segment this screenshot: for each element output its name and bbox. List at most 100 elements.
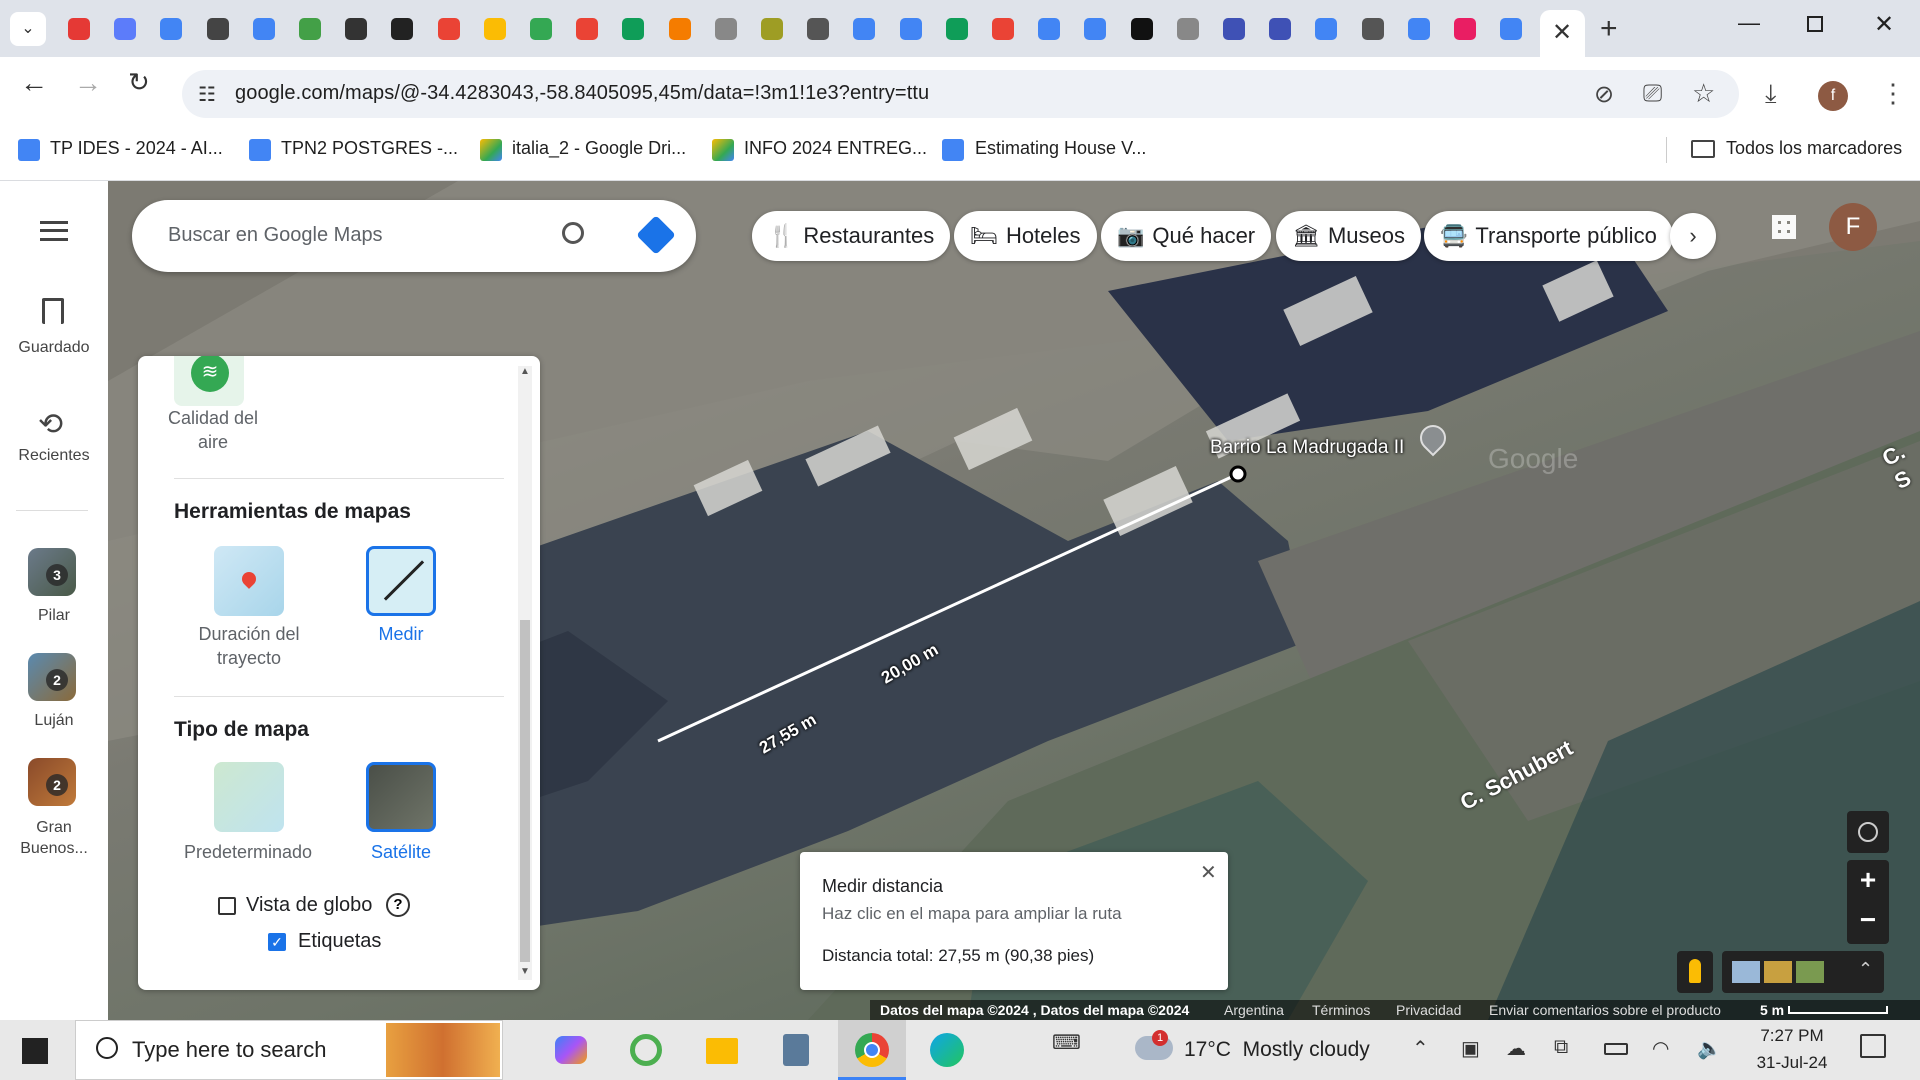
globe-view-checkbox[interactable] [218, 897, 236, 915]
active-tab[interactable]: ✕ [1540, 10, 1585, 57]
tab-favicon-icon[interactable] [1176, 18, 1199, 40]
rail-place-gran-buenos[interactable]: Gran Buenos... [0, 817, 108, 859]
tab-favicon-icon[interactable] [576, 18, 599, 40]
tab-favicon-icon[interactable] [668, 18, 691, 40]
tab-favicon-icon[interactable] [530, 18, 552, 40]
bookmark-4[interactable]: INFO 2024 ENTREG... [744, 138, 927, 159]
active-tab-close-icon[interactable]: ✕ [1552, 18, 1572, 47]
url-text[interactable]: google.com/maps/@-34.4283043,-58.8405095… [235, 82, 929, 105]
windows-start-icon[interactable] [22, 1038, 48, 1064]
scroll-down-arrow[interactable]: ▼ [520, 966, 530, 977]
chip-things-to-do[interactable]: 📷 Qué hacer [1101, 211, 1272, 261]
qgis-icon[interactable] [630, 1034, 662, 1066]
reload-button[interactable]: ↻ [128, 67, 150, 98]
labels-label[interactable]: Etiquetas [298, 930, 381, 953]
tab-favicon-icon[interactable] [853, 18, 876, 40]
weather-text[interactable]: 17°C Mostly cloudy [1184, 1038, 1370, 1062]
tab-favicon-icon[interactable] [345, 18, 368, 40]
edge-icon[interactable] [930, 1033, 964, 1067]
imagery-thumb[interactable] [1732, 961, 1760, 983]
tab-favicon-icon[interactable] [1130, 18, 1153, 40]
rail-recent[interactable]: Recientes [0, 447, 108, 465]
globe-view-label[interactable]: Vista de globo [246, 894, 372, 917]
notifications-icon[interactable] [1860, 1034, 1886, 1058]
satellite-map-label[interactable]: Satélite [361, 840, 441, 864]
chip-transit[interactable]: 🚍 Transporte público [1424, 211, 1673, 261]
bookmark-3[interactable]: italia_2 - Google Dri... [512, 138, 686, 159]
wifi-icon[interactable]: ◠ [1652, 1036, 1669, 1061]
cloud-sync-icon[interactable]: ☁ [1506, 1036, 1526, 1061]
bookmark-5[interactable]: Estimating House V... [975, 138, 1146, 159]
tab-favicon-icon[interactable] [622, 18, 645, 40]
tab-favicon-icon[interactable] [252, 18, 275, 40]
scrollbar-thumb[interactable] [520, 620, 530, 962]
measure-label[interactable]: Medir [361, 622, 441, 646]
expand-icon[interactable]: ⌃ [1858, 959, 1873, 980]
tab-favicon-icon[interactable] [1038, 18, 1061, 40]
screen-icon[interactable]: ⧉ [1554, 1036, 1568, 1059]
travel-time-tile[interactable] [214, 546, 284, 616]
tab-favicon-icon[interactable] [391, 18, 414, 40]
zoom-out-button[interactable]: − [1847, 904, 1889, 936]
imagery-thumb[interactable] [1796, 961, 1824, 983]
satellite-map-tile[interactable] [366, 762, 436, 832]
download-icon[interactable]: ⤓ [1765, 78, 1777, 110]
directions-icon[interactable] [636, 215, 676, 255]
clock-date[interactable]: 31-Jul-24 [1742, 1053, 1842, 1073]
history-icon[interactable]: ⟲ [38, 407, 63, 442]
minimize-button[interactable]: — [1738, 10, 1760, 36]
volume-icon[interactable]: 🔈 [1697, 1036, 1722, 1061]
account-avatar[interactable]: F [1829, 203, 1877, 251]
meet-now-icon[interactable]: ▣ [1461, 1036, 1480, 1061]
tab-favicon-icon[interactable] [1315, 18, 1338, 40]
menu-icon[interactable] [40, 221, 68, 241]
eye-off-icon[interactable]: ⊘ [1594, 80, 1614, 109]
imagery-thumb[interactable] [1764, 961, 1792, 983]
scroll-up-arrow[interactable]: ▲ [520, 366, 530, 377]
tab-favicon-icon[interactable] [1223, 18, 1245, 40]
tab-favicon-icon[interactable] [761, 18, 783, 40]
back-button[interactable]: ← [20, 67, 48, 99]
all-bookmarks[interactable]: Todos los marcadores [1726, 138, 1902, 159]
chevron-up-icon[interactable]: ⌃ [1412, 1036, 1429, 1061]
tab-favicon-icon[interactable] [114, 18, 137, 40]
tab-search-button[interactable]: ⌄ [10, 12, 46, 46]
travel-time-label[interactable]: Duración del trayecto [184, 622, 314, 670]
file-explorer-icon[interactable] [706, 1038, 738, 1064]
imagery-tray[interactable]: ⌃ [1722, 951, 1884, 993]
taskbar-search[interactable]: Type here to search [75, 1020, 503, 1080]
pegman-icon[interactable] [1677, 951, 1713, 993]
default-map-tile[interactable] [214, 762, 284, 832]
tab-favicon-icon[interactable] [899, 18, 922, 40]
restore-button[interactable] [1807, 16, 1823, 32]
menu-kebab-icon[interactable]: ⋮ [1880, 78, 1906, 109]
forward-button[interactable]: → [74, 67, 102, 99]
install-app-icon[interactable]: ⎚ [1643, 80, 1662, 108]
tab-favicon-icon[interactable] [1454, 18, 1476, 40]
bookmark-icon[interactable] [42, 298, 64, 324]
rail-place-lujan[interactable]: Luján [0, 712, 108, 730]
chrome-taskbar-active[interactable] [838, 1020, 906, 1080]
bookmark-2[interactable]: TPN2 POSTGRES -... [281, 138, 458, 159]
bookmark-1[interactable]: TP IDES - 2024 - AI... [50, 138, 223, 159]
bookmark-star-icon[interactable]: ☆ [1692, 78, 1715, 109]
place-label[interactable]: Barrio La Madrugada II [1210, 437, 1404, 459]
tab-favicon-icon[interactable] [1361, 18, 1384, 40]
footer-terms[interactable]: Términos [1312, 1002, 1370, 1018]
rail-saved[interactable]: Guardado [0, 339, 108, 357]
tab-favicon-icon[interactable] [160, 18, 183, 40]
tab-favicon-icon[interactable] [807, 18, 830, 40]
chip-restaurants[interactable]: 🍴 Restaurantes [752, 211, 951, 261]
search-icon[interactable] [562, 222, 584, 244]
close-icon[interactable]: ✕ [1200, 860, 1217, 885]
footer-country[interactable]: Argentina [1224, 1002, 1284, 1018]
rail-place-pilar[interactable]: Pilar [0, 607, 108, 625]
tab-favicon-icon[interactable] [992, 18, 1014, 40]
tab-favicon-icon[interactable] [714, 18, 737, 40]
profile-avatar[interactable]: f [1818, 81, 1848, 111]
my-location-button[interactable] [1847, 811, 1889, 853]
chip-hotels[interactable]: 🛏 Hoteles [954, 211, 1097, 261]
calculator-icon[interactable] [783, 1034, 809, 1066]
site-info-icon[interactable]: ☷ [198, 82, 216, 107]
chip-museums[interactable]: 🏛 Museos [1276, 211, 1421, 261]
